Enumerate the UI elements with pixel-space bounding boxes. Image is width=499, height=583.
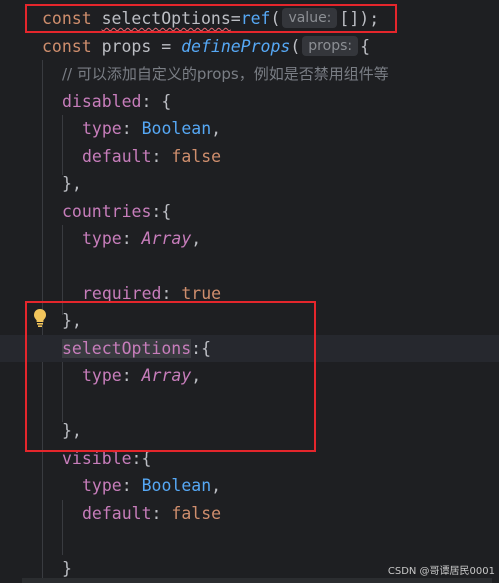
code-text: {: [360, 37, 371, 56]
identifier: props =: [91, 37, 182, 56]
code-line[interactable]: type: Boolean,: [82, 115, 499, 142]
comment: // 可以添加自定义的props，例如是否禁用组件等: [62, 65, 389, 83]
highlight-box: [25, 301, 316, 452]
property-key: disabled: [62, 92, 142, 111]
property-key: countries: [62, 202, 152, 221]
code-text: ,: [211, 476, 222, 495]
keyword: const: [42, 37, 92, 56]
code-line[interactable]: // 可以添加自定义的props，例如是否禁用组件等: [62, 60, 499, 87]
code-line[interactable]: countries:{: [62, 198, 499, 225]
parameter-hint: props:: [302, 36, 359, 56]
separator: :: [121, 119, 142, 138]
paren: (: [290, 37, 301, 56]
code-text: ,: [211, 119, 222, 138]
separator: :: [151, 147, 172, 166]
code-editor[interactable]: const selectOptions=ref(value: []); const…: [0, 0, 499, 583]
watermark: CSDN @哥谭居民0001: [387, 566, 495, 577]
code-text: ,: [191, 229, 202, 248]
code-line[interactable]: disabled: {: [62, 88, 499, 115]
code-line[interactable]: },: [62, 170, 499, 197]
code-line[interactable]: default: false: [82, 143, 499, 170]
code-text: :{: [151, 202, 172, 221]
type-value: Array: [141, 229, 192, 248]
code-text: }: [62, 559, 72, 578]
type-value: Boolean: [141, 476, 212, 495]
highlight-box: [25, 4, 397, 33]
code-line[interactable]: type: Array,: [82, 225, 499, 252]
separator: :: [151, 504, 172, 523]
property-key: type: [82, 229, 122, 248]
type-value: Boolean: [141, 119, 212, 138]
property-key: type: [82, 476, 122, 495]
code-line[interactable]: const props = defineProps(props:{: [42, 33, 499, 60]
property-key: default: [82, 504, 152, 523]
separator: :: [121, 476, 142, 495]
code-line[interactable]: type: Boolean,: [82, 472, 499, 499]
separator: :: [121, 229, 142, 248]
function-name: defineProps: [181, 37, 291, 56]
property-key: default: [82, 147, 152, 166]
boolean-value: false: [171, 504, 222, 523]
property-key: type: [82, 119, 122, 138]
horizontal-scrollbar[interactable]: [22, 578, 492, 583]
boolean-value: false: [171, 147, 222, 166]
indent-guide: [62, 115, 63, 175]
indent-guide: [62, 500, 63, 555]
code-line[interactable]: default: false: [82, 500, 499, 527]
code-text: },: [62, 174, 82, 193]
code-text: : {: [141, 92, 172, 111]
